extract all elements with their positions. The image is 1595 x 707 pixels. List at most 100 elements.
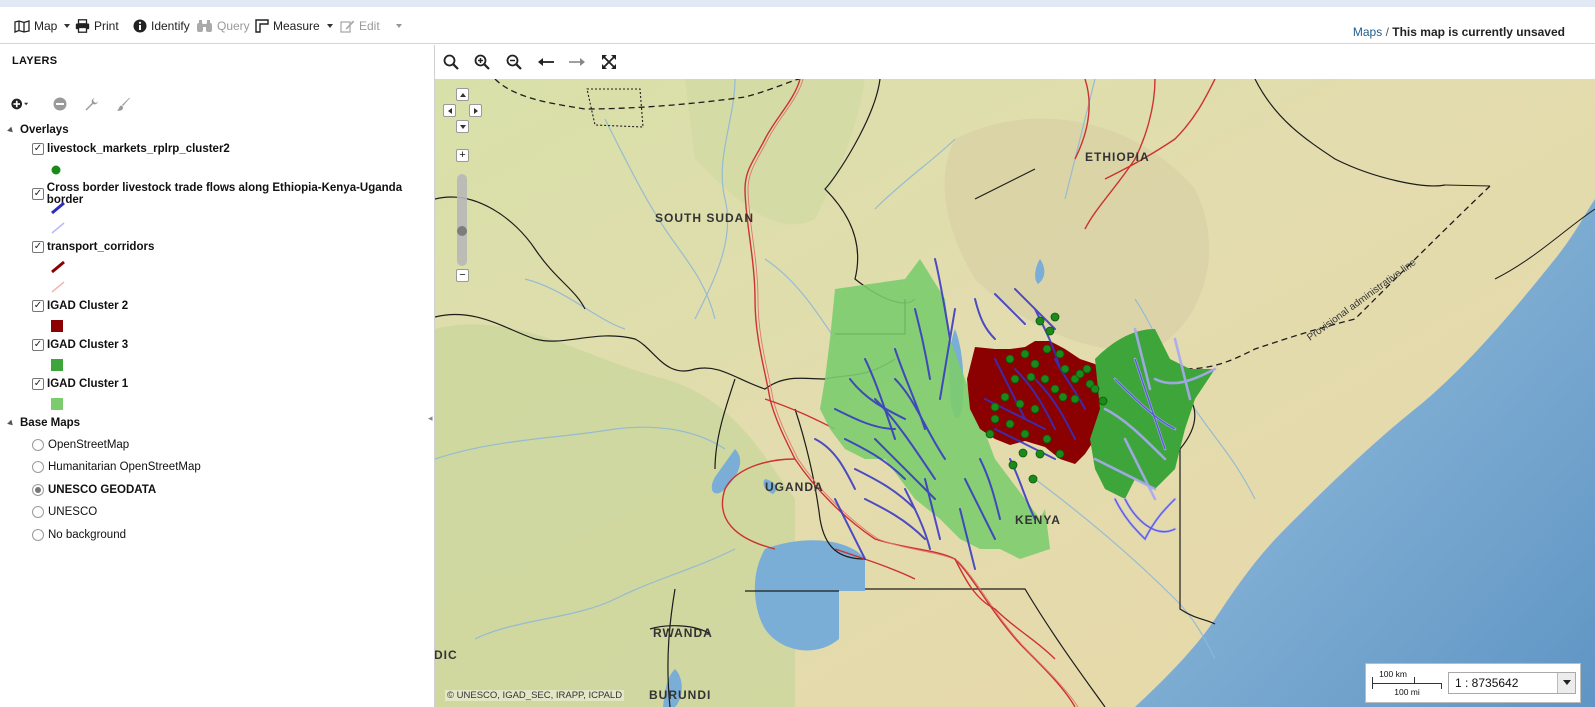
layer-name: transport_corridors <box>47 241 155 253</box>
zoom-out-button[interactable] <box>504 52 524 72</box>
arrow-left-icon <box>538 58 554 66</box>
measure-menu-button[interactable]: Measure <box>255 17 333 35</box>
label-uganda: UGANDA <box>765 480 824 494</box>
layers-panel-title: LAYERS <box>12 55 58 67</box>
label-edge: DIC <box>435 648 458 662</box>
expand-icon <box>602 55 616 69</box>
layer-name: IGAD Cluster 3 <box>47 339 129 351</box>
chevron-down-icon <box>326 24 333 28</box>
layer-visibility-checkbox[interactable]: ✓ <box>32 339 44 351</box>
zoom-in-icon <box>474 54 490 70</box>
pan-right-button[interactable] <box>469 104 482 117</box>
main-toolbar: Map Print Identify Query Measure Edit Ma… <box>0 7 1595 44</box>
base-map-option-unesco[interactable]: UNESCO <box>32 506 97 518</box>
layer-item-igad-cluster-2[interactable]: ✓ IGAD Cluster 2 <box>32 300 128 312</box>
layer-visibility-checkbox[interactable]: ✓ <box>32 241 44 253</box>
market-point-legend-icon <box>51 165 61 175</box>
map-attribution: © UNESCO, IGAD_SEC, IRAPP, ICPALD <box>445 690 625 701</box>
base-map-name: UNESCO GEODATA <box>48 484 157 496</box>
base-map-option-humanitarian-osm[interactable]: Humanitarian OpenStreetMap <box>32 461 201 473</box>
map-navigation-toolbar <box>435 45 1595 79</box>
pan-up-button[interactable] <box>456 88 469 101</box>
radio-button-selected[interactable] <box>32 484 44 496</box>
zoom-slider-handle[interactable] <box>457 226 467 236</box>
base-map-name: Humanitarian OpenStreetMap <box>48 461 201 473</box>
transport-legend-icon <box>51 260 65 293</box>
breadcrumb-current: This map is currently unsaved <box>1392 25 1565 39</box>
next-extent-button[interactable] <box>567 52 587 72</box>
layers-panel: LAYERS Overlays ✓ livestock_markets_rplr… <box>0 45 435 707</box>
base-map-name: No background <box>48 529 126 541</box>
zoom-out-icon <box>506 54 522 70</box>
layer-item-igad-cluster-1[interactable]: ✓ IGAD Cluster 1 <box>32 378 128 390</box>
layer-visibility-checkbox[interactable]: ✓ <box>32 378 44 390</box>
base-map-option-no-background[interactable]: No background <box>32 529 126 541</box>
arrow-left-icon <box>447 107 452 114</box>
identify-button[interactable]: Identify <box>133 17 190 35</box>
remove-circle-icon <box>53 97 67 111</box>
query-button[interactable]: Query <box>196 17 250 35</box>
map-menu-label: Map <box>34 19 58 33</box>
query-label: Query <box>217 19 250 33</box>
info-icon <box>133 19 147 33</box>
expand-triangle-icon <box>7 419 15 427</box>
map-zoom-in-button[interactable]: + <box>456 149 469 162</box>
pan-down-button[interactable] <box>456 120 469 133</box>
print-button[interactable]: Print <box>75 17 119 35</box>
label-south-sudan: SOUTH SUDAN <box>655 211 754 225</box>
base-maps-label: Base Maps <box>20 417 81 429</box>
radio-button[interactable] <box>32 439 44 451</box>
zoom-in-button[interactable] <box>472 52 492 72</box>
full-extent-button[interactable] <box>599 52 619 72</box>
arrow-right-icon <box>473 107 478 114</box>
radio-button[interactable] <box>32 461 44 473</box>
panel-collapse-handle[interactable]: ◂ <box>428 405 435 431</box>
wrench-icon <box>85 97 98 110</box>
zoom-slider-track[interactable] <box>457 174 467 266</box>
breadcrumb-maps-link[interactable]: Maps <box>1353 25 1382 39</box>
radio-button[interactable] <box>32 529 44 541</box>
cluster3-legend-icon <box>51 359 63 371</box>
scale-select[interactable]: 1 : 8735642 <box>1448 672 1576 694</box>
arrow-up-icon <box>459 92 466 97</box>
layer-item-igad-cluster-3[interactable]: ✓ IGAD Cluster 3 <box>32 339 128 351</box>
basemap-layer: SOUTH SUDAN ETHIOPIA UGANDA KENYA RWANDA… <box>435 79 1595 707</box>
browser-top-strip <box>0 0 1595 7</box>
base-map-option-openstreetmap[interactable]: OpenStreetMap <box>32 439 129 451</box>
base-map-name: UNESCO <box>48 506 98 518</box>
overlays-group-header[interactable]: Overlays <box>7 124 69 136</box>
layer-style-button[interactable] <box>114 95 132 113</box>
chevron-down-icon <box>1557 673 1575 693</box>
layer-properties-button[interactable] <box>82 95 100 113</box>
search-icon <box>443 54 459 70</box>
pan-left-button[interactable] <box>443 104 456 117</box>
layer-item-livestock-markets[interactable]: ✓ livestock_markets_rplrp_cluster2 <box>32 143 230 155</box>
layer-visibility-checkbox[interactable]: ✓ <box>32 143 44 155</box>
scale-control: 100 km 100 mi 1 : 8735642 <box>1365 663 1581 703</box>
edit-menu-button[interactable]: Edit <box>340 17 402 35</box>
map-menu-button[interactable]: Map <box>14 17 71 35</box>
label-burundi: BURUNDI <box>649 688 711 702</box>
scale-ratio-value: 1 : 8735642 <box>1455 676 1519 690</box>
add-layer-button[interactable] <box>11 95 29 113</box>
breadcrumb-separator: / <box>1385 25 1389 39</box>
layer-visibility-checkbox[interactable]: ✓ <box>32 188 44 200</box>
zoom-to-extent-button[interactable] <box>441 52 461 72</box>
cluster1-legend-icon <box>51 398 63 410</box>
radio-button[interactable] <box>32 506 44 518</box>
previous-extent-button[interactable] <box>536 52 556 72</box>
layer-name: Cross border livestock trade flows along… <box>46 182 403 206</box>
layer-item-transport-corridors[interactable]: ✓ transport_corridors <box>32 241 154 253</box>
base-map-option-unesco-geodata[interactable]: UNESCO GEODATA <box>32 484 156 496</box>
add-circle-icon <box>11 98 29 110</box>
expand-triangle-icon <box>7 126 15 134</box>
cluster2-legend-icon <box>51 320 63 332</box>
layer-item-trade-flows[interactable]: ✓ Cross border livestock trade flows alo… <box>32 182 434 206</box>
map-zoom-out-button[interactable]: − <box>456 269 469 282</box>
layer-visibility-checkbox[interactable]: ✓ <box>32 300 44 312</box>
label-ethiopia: ETHIOPIA <box>1085 150 1150 164</box>
layer-name: IGAD Cluster 1 <box>47 378 129 390</box>
remove-layer-button[interactable] <box>51 95 69 113</box>
map-canvas[interactable]: SOUTH SUDAN ETHIOPIA UGANDA KENYA RWANDA… <box>435 79 1595 707</box>
base-maps-group-header[interactable]: Base Maps <box>7 417 81 429</box>
